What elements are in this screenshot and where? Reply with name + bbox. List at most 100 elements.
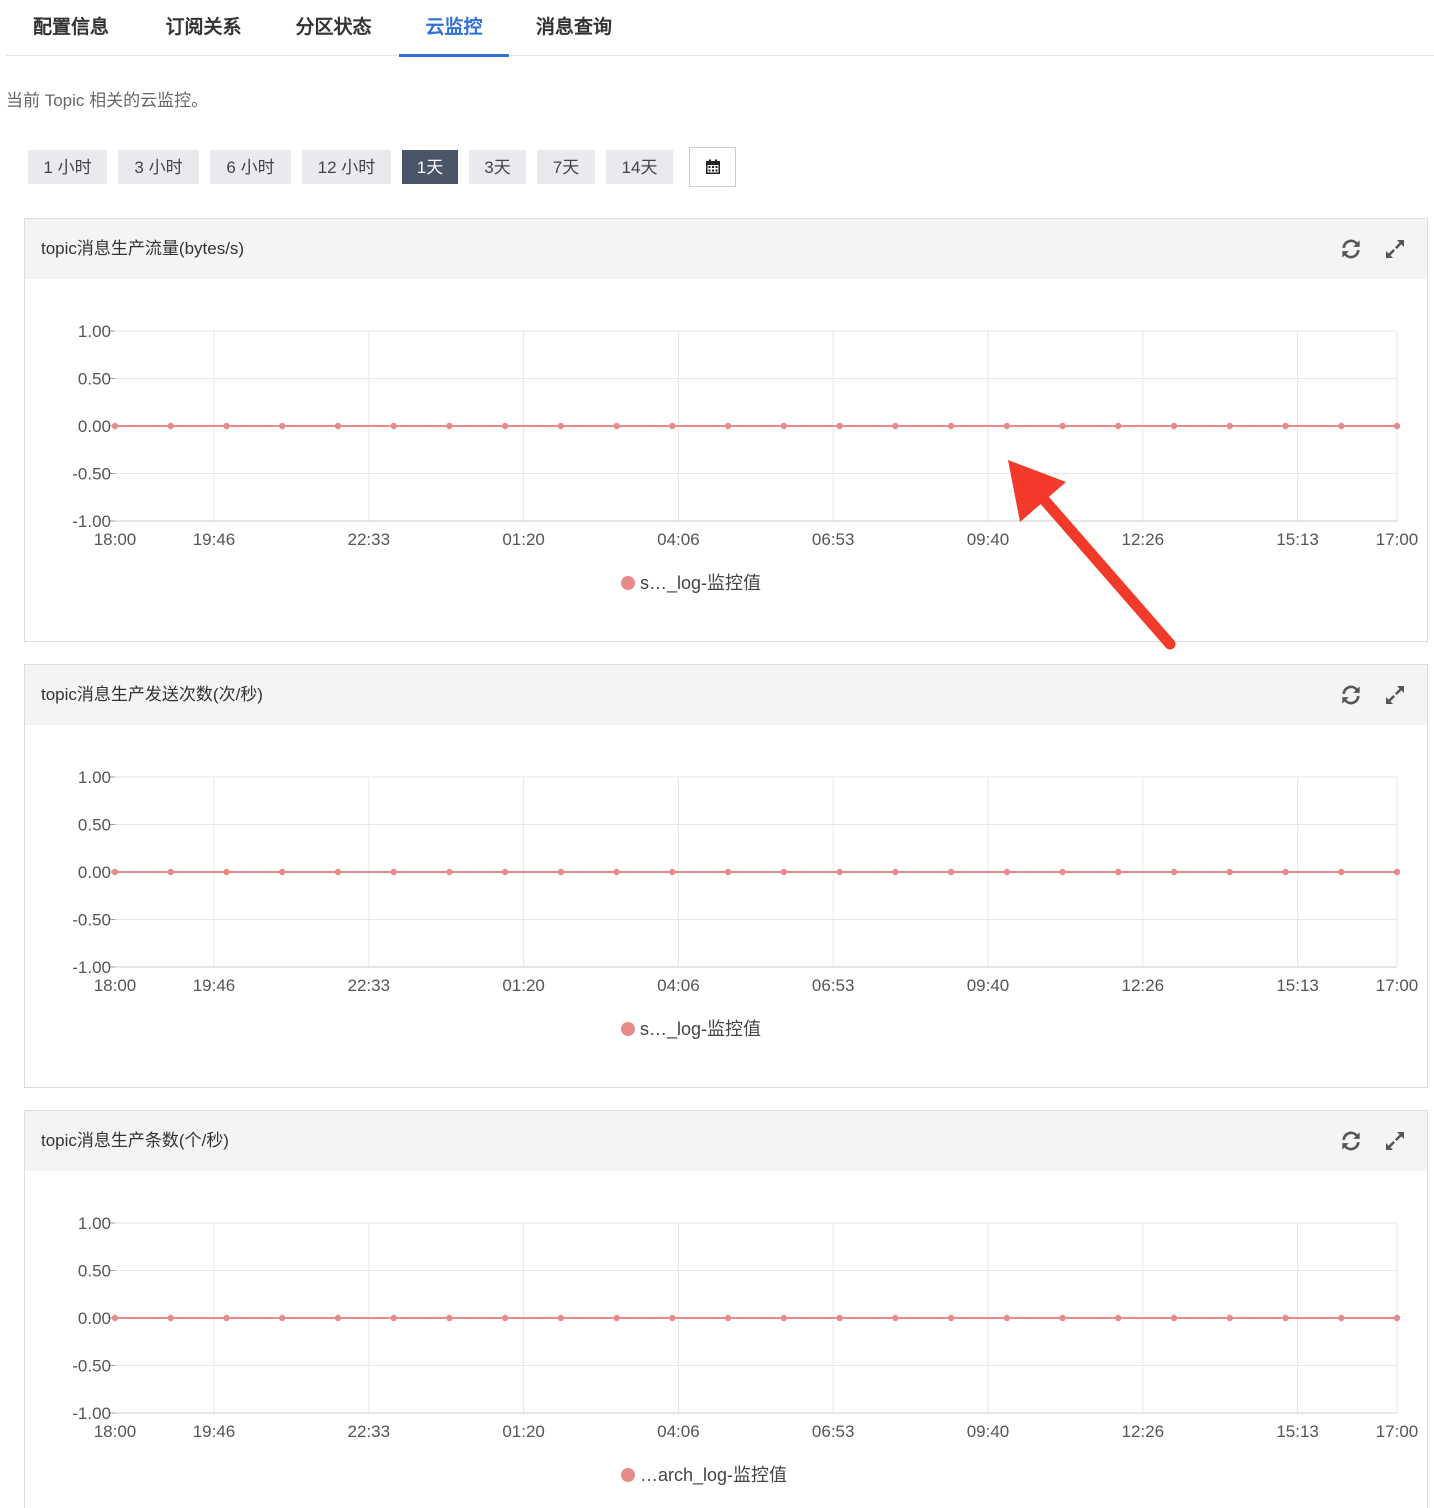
- data-point: [446, 868, 453, 876]
- x-tick-label: 17:00: [1376, 976, 1419, 995]
- data-point: [1226, 422, 1233, 430]
- panel-header: topic消息生产流量(bytes/s): [25, 219, 1427, 279]
- x-tick-label: 22:33: [348, 976, 391, 995]
- data-point: [557, 422, 565, 430]
- y-tick-label: -1.00: [72, 512, 111, 531]
- refresh-icon: [1342, 685, 1360, 705]
- range-12h-button[interactable]: 12 小时: [302, 150, 391, 184]
- y-tick-label: 0.50: [78, 816, 111, 835]
- y-tick-label: -1.00: [72, 1404, 111, 1423]
- data-point: [613, 422, 620, 430]
- x-tick-label: 06:53: [812, 1422, 855, 1441]
- data-point: [334, 1314, 342, 1322]
- line-chart: 1.00 0.50 0.00 -0.50 -1.0018:00 19:46 22:33 01:…: [72, 768, 1419, 1040]
- data-point: [1393, 868, 1401, 876]
- data-point: [724, 422, 732, 430]
- x-tick-label: 09:40: [967, 1422, 1010, 1441]
- tab-subscriptions[interactable]: 订阅关系: [141, 0, 266, 56]
- refresh-button[interactable]: [1337, 235, 1365, 263]
- refresh-icon: [1342, 239, 1360, 259]
- panel-header: topic消息生产条数(个/秒): [25, 1111, 1427, 1171]
- panel-title: topic消息生产发送次数(次/秒): [41, 685, 263, 704]
- tab-cloud-monitor[interactable]: 云监控: [399, 0, 509, 57]
- data-point: [1059, 1314, 1066, 1322]
- data-point: [111, 1314, 119, 1322]
- data-point: [1170, 868, 1178, 876]
- y-tick-label: -0.50: [72, 911, 111, 930]
- x-tick-label: 06:53: [812, 976, 855, 995]
- data-point: [557, 1314, 565, 1322]
- data-point: [1226, 1314, 1233, 1322]
- x-tick-label: 04:06: [657, 976, 700, 995]
- x-tick-label: 15:13: [1276, 530, 1319, 549]
- legend-marker: [621, 1022, 635, 1036]
- data-point: [1338, 868, 1345, 876]
- expand-button[interactable]: [1381, 235, 1409, 263]
- x-tick-label: 19:46: [193, 1422, 236, 1441]
- x-tick-label: 09:40: [967, 530, 1010, 549]
- tab-config[interactable]: 配置信息: [6, 0, 136, 56]
- data-point: [1115, 422, 1122, 430]
- chart-panel-message-count: topic消息生产条数(个/秒) 1.00 0.50 0.00 -0.50 -1.00 1…: [24, 1110, 1428, 1508]
- data-point: [1282, 1314, 1289, 1322]
- data-point: [780, 868, 788, 876]
- chart-panel-traffic: topic消息生产流量(bytes/s) 1.00 0.50 0.00 -0.50 -1…: [24, 218, 1428, 642]
- y-tick-label: -0.50: [72, 465, 111, 484]
- tab-bar: 配置信息 订阅关系 分区状态 云监控 消息查询: [6, 0, 1434, 57]
- panel-title: topic消息生产流量(bytes/s): [41, 239, 245, 258]
- y-tick-label: 1.00: [78, 768, 111, 787]
- x-tick-label: 06:53: [812, 530, 855, 549]
- range-3d-button[interactable]: 3天: [469, 150, 526, 184]
- y-tick-label: -0.50: [72, 1357, 111, 1376]
- expand-button[interactable]: [1381, 1127, 1409, 1155]
- data-point: [1393, 1314, 1401, 1322]
- x-tick-label: 19:46: [193, 976, 236, 995]
- x-tick-label: 01:20: [502, 1422, 545, 1441]
- data-point: [223, 868, 230, 876]
- x-tick-label: 04:06: [657, 530, 700, 549]
- data-point: [1115, 1314, 1122, 1322]
- chart-panel-send-count: topic消息生产发送次数(次/秒) 1.00 0.50 0.00 -0.50 -1.0…: [24, 664, 1428, 1088]
- data-point: [446, 1314, 453, 1322]
- panel-header: topic消息生产发送次数(次/秒): [25, 665, 1427, 725]
- range-14d-button[interactable]: 14天: [606, 150, 673, 184]
- data-point: [836, 422, 843, 430]
- x-tick-label: 22:33: [348, 1422, 391, 1441]
- range-7d-button[interactable]: 7天: [537, 150, 595, 184]
- y-tick-label: 0.50: [78, 1262, 111, 1281]
- data-point: [780, 1314, 788, 1322]
- calendar-button[interactable]: [689, 147, 736, 187]
- data-point: [334, 868, 342, 876]
- data-point: [947, 422, 955, 430]
- legend-marker: [621, 1468, 635, 1482]
- data-point: [613, 868, 620, 876]
- data-point: [1003, 1314, 1011, 1322]
- range-6h-button[interactable]: 6 小时: [210, 150, 291, 184]
- data-point: [1059, 868, 1066, 876]
- data-point: [1393, 422, 1401, 430]
- data-point: [1282, 422, 1289, 430]
- range-3h-button[interactable]: 3 小时: [118, 150, 199, 184]
- range-1h-button[interactable]: 1 小时: [28, 150, 107, 184]
- data-point: [557, 868, 565, 876]
- tab-message-query[interactable]: 消息查询: [514, 0, 634, 56]
- legend-label: s…_log-监控值: [640, 573, 761, 594]
- data-point: [111, 422, 119, 430]
- data-point: [390, 868, 397, 876]
- data-point: [669, 1314, 676, 1322]
- tab-partitions[interactable]: 分区状态: [271, 0, 396, 56]
- range-1d-button[interactable]: 1天: [402, 150, 458, 184]
- x-tick-label: 12:26: [1122, 530, 1165, 549]
- y-tick-label: 1.00: [78, 1214, 111, 1233]
- x-tick-label: 18:00: [94, 976, 137, 995]
- y-tick-label: 0.50: [78, 370, 111, 389]
- data-point: [1226, 868, 1233, 876]
- data-point: [279, 422, 286, 430]
- x-tick-label: 15:13: [1276, 1422, 1319, 1441]
- expand-button[interactable]: [1381, 681, 1409, 709]
- page-description: 当前 Topic 相关的云监控。: [6, 91, 209, 110]
- legend-marker: [621, 576, 635, 590]
- refresh-button[interactable]: [1337, 1127, 1365, 1155]
- data-point: [669, 422, 676, 430]
- refresh-button[interactable]: [1337, 681, 1365, 709]
